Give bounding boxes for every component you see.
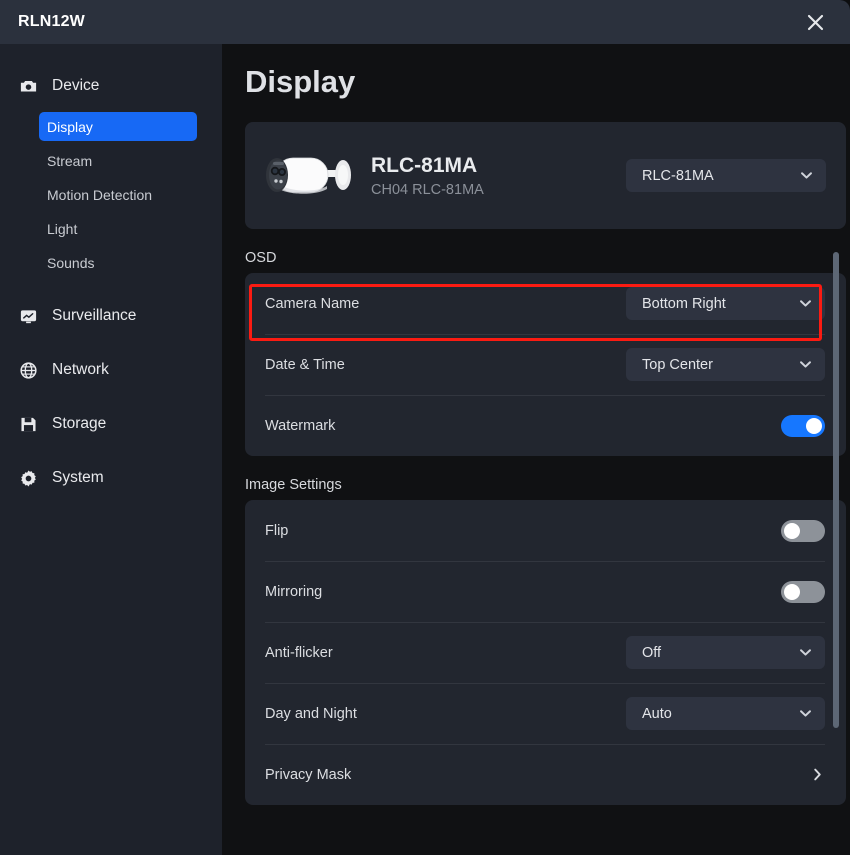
row-watermark[interactable]: Watermark xyxy=(245,395,846,456)
row-mirroring[interactable]: Mirroring xyxy=(245,561,846,622)
chevron-down-icon xyxy=(798,296,813,311)
date-time-position-select[interactable]: Top Center xyxy=(626,348,825,381)
row-label: Date & Time xyxy=(265,356,345,373)
sidebar-item-motion-detection[interactable]: Motion Detection xyxy=(39,180,197,209)
vertical-scrollbar[interactable] xyxy=(833,252,839,728)
watermark-toggle[interactable] xyxy=(781,414,825,437)
sidebar-item-storage[interactable]: Storage xyxy=(0,404,222,444)
osd-card: Camera Name Bottom Right Date & Time Top… xyxy=(245,273,846,456)
sidebar-item-label: Device xyxy=(52,77,100,94)
globe-icon xyxy=(18,360,38,380)
toggle-knob xyxy=(806,417,822,434)
row-label: Mirroring xyxy=(265,583,323,600)
mirroring-toggle[interactable] xyxy=(781,580,825,603)
sidebar-item-device[interactable]: Device xyxy=(0,66,222,106)
sidebar-item-light[interactable]: Light xyxy=(39,214,197,243)
sidebar-item-label: System xyxy=(52,469,104,486)
row-label: Flip xyxy=(265,522,289,539)
camera-meta: RLC-81MA CH04 RLC-81MA xyxy=(371,154,626,198)
app-window: RLN12W Device Display Stream Motion Dete… xyxy=(0,0,850,855)
day-and-night-select[interactable]: Auto xyxy=(626,697,825,730)
floppy-disk-icon xyxy=(18,414,38,434)
image-settings-card: Flip Mirroring Anti-flicker Off Day and … xyxy=(245,500,846,805)
row-day-and-night[interactable]: Day and Night Auto xyxy=(245,683,846,744)
camera-channel-subtitle: CH04 RLC-81MA xyxy=(371,181,484,198)
monitor-icon xyxy=(18,306,38,326)
camera-card: RLC-81MA CH04 RLC-81MA RLC-81MA xyxy=(245,122,846,229)
toggle-knob xyxy=(784,522,800,539)
sidebar: Device Display Stream Motion Detection L… xyxy=(0,44,222,855)
row-label: Watermark xyxy=(265,417,336,434)
row-label: Day and Night xyxy=(265,705,357,722)
sidebar-item-label: Surveillance xyxy=(52,307,137,324)
row-label: Privacy Mask xyxy=(265,766,352,783)
row-anti-flicker[interactable]: Anti-flicker Off xyxy=(245,622,846,683)
sidebar-item-stream[interactable]: Stream xyxy=(39,146,197,175)
sidebar-item-label: Network xyxy=(52,361,109,378)
row-label: Anti-flicker xyxy=(265,644,333,661)
chevron-down-icon xyxy=(798,706,813,721)
sidebar-item-system[interactable]: System xyxy=(0,458,222,498)
sidebar-item-network[interactable]: Network xyxy=(0,350,222,390)
anti-flicker-value: Off xyxy=(642,644,662,661)
chevron-right-icon[interactable] xyxy=(810,767,825,782)
day-and-night-value: Auto xyxy=(642,705,672,722)
row-privacy-mask[interactable]: Privacy Mask xyxy=(245,744,846,805)
sidebar-item-surveillance[interactable]: Surveillance xyxy=(0,296,222,336)
row-camera-name[interactable]: Camera Name Bottom Right xyxy=(245,273,846,334)
gear-icon xyxy=(18,468,38,488)
image-settings-section-label: Image Settings xyxy=(245,477,342,493)
sidebar-group-device: Device Display Stream Motion Detection L… xyxy=(0,66,222,277)
camera-model-name: RLC-81MA xyxy=(371,153,478,177)
sidebar-item-display[interactable]: Display xyxy=(39,112,197,141)
sidebar-sublist-device: Display Stream Motion Detection Light So… xyxy=(0,112,222,277)
chevron-down-icon xyxy=(798,357,813,372)
sidebar-item-sounds[interactable]: Sounds xyxy=(39,248,197,277)
camera-icon xyxy=(18,76,38,96)
anti-flicker-select[interactable]: Off xyxy=(626,636,825,669)
window-title: RLN12W xyxy=(18,13,85,30)
flip-toggle[interactable] xyxy=(781,519,825,542)
sidebar-item-label: Storage xyxy=(52,415,107,432)
camera-name-position-select[interactable]: Bottom Right xyxy=(626,287,825,320)
content-area: Display RLC-81MA CH04 RLC-81MA RLC-81MA … xyxy=(222,44,850,855)
row-date-time[interactable]: Date & Time Top Center xyxy=(245,334,846,395)
toggle-knob xyxy=(784,583,800,600)
chevron-down-icon xyxy=(798,645,813,660)
close-icon[interactable] xyxy=(802,9,828,35)
channel-select[interactable]: RLC-81MA xyxy=(626,159,826,192)
chevron-down-icon xyxy=(799,168,814,183)
scrollbar-thumb[interactable] xyxy=(833,252,839,728)
osd-section-label: OSD xyxy=(245,250,277,266)
date-time-position-value: Top Center xyxy=(642,356,713,373)
bullet-camera-image xyxy=(261,145,357,207)
row-flip[interactable]: Flip xyxy=(245,500,846,561)
title-bar: RLN12W xyxy=(0,0,850,44)
row-label: Camera Name xyxy=(265,295,360,312)
page-title: Display xyxy=(245,64,356,99)
channel-select-value: RLC-81MA xyxy=(642,167,714,184)
camera-name-position-value: Bottom Right xyxy=(642,295,726,312)
